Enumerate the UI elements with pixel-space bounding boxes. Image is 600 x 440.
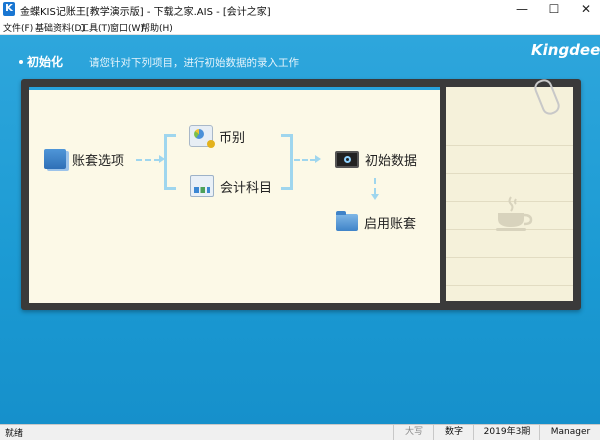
connector-line — [374, 178, 376, 194]
status-text: 就绪 — [5, 429, 24, 439]
title-bar: K 金蝶KIS记账王[教学演示版] - 下载之家.AIS - [会计之家] — … — [0, 0, 600, 20]
accounts-button[interactable]: 会计科目 — [190, 175, 272, 197]
currency-icon — [189, 125, 215, 148]
menu-basic-data[interactable]: 基础资料(D) — [35, 21, 85, 34]
section-title: 初始化 — [27, 55, 64, 69]
close-button[interactable]: ✕ — [572, 0, 600, 20]
menu-bar: 文件(F) 基础资料(D) 工具(T) 窗口(W) 帮助(H) — [0, 20, 600, 35]
arrow-right-icon — [315, 155, 321, 163]
account-options-label: 账套选项 — [72, 153, 125, 169]
coffee-cup-icon — [496, 196, 533, 231]
num-indicator: 数字 — [433, 425, 474, 440]
enable-account-button[interactable]: 启用账套 — [336, 211, 417, 232]
monitor-icon — [335, 151, 359, 168]
menu-tools[interactable]: 工具(T) — [80, 21, 111, 34]
menu-window[interactable]: 窗口(W) — [110, 21, 144, 34]
period-indicator: 2019年3期 — [473, 425, 540, 440]
bullet-icon — [19, 60, 23, 64]
currency-button[interactable]: 币别 — [189, 125, 246, 148]
minimize-button[interactable]: — — [508, 0, 536, 20]
app-logo-icon: K — [3, 2, 15, 16]
folder-icon — [336, 211, 358, 231]
maximize-button[interactable]: ☐ — [540, 0, 568, 20]
connector-line — [294, 159, 316, 161]
ledger-icon — [44, 149, 66, 169]
connector-line — [136, 159, 160, 161]
enable-account-label: 启用账套 — [364, 217, 417, 232]
section-description: 请您针对下列项目，进行初始数据的录入工作 — [89, 57, 299, 69]
currency-label: 币别 — [219, 130, 246, 146]
caps-indicator: 大写 — [393, 425, 434, 440]
initial-data-button[interactable]: 初始数据 — [335, 150, 417, 169]
kingdee-logo: Kingdee — [531, 41, 600, 59]
arrow-down-icon — [371, 194, 379, 200]
status-bar: 就绪 大写 数字 2019年3期 Manager — [0, 424, 600, 440]
bracket-left — [164, 134, 176, 190]
user-indicator: Manager — [539, 425, 600, 440]
menu-help[interactable]: 帮助(H) — [141, 21, 173, 34]
menu-file[interactable]: 文件(F) — [3, 21, 33, 34]
window-title: 金蝶KIS记账王[教学演示版] - 下载之家.AIS - [会计之家] — [20, 7, 271, 18]
chart-icon — [190, 175, 214, 197]
bracket-right — [281, 134, 293, 190]
initial-data-label: 初始数据 — [365, 154, 418, 169]
account-options-button[interactable]: 账套选项 — [44, 149, 124, 169]
accounts-label: 会计科目 — [220, 180, 273, 196]
